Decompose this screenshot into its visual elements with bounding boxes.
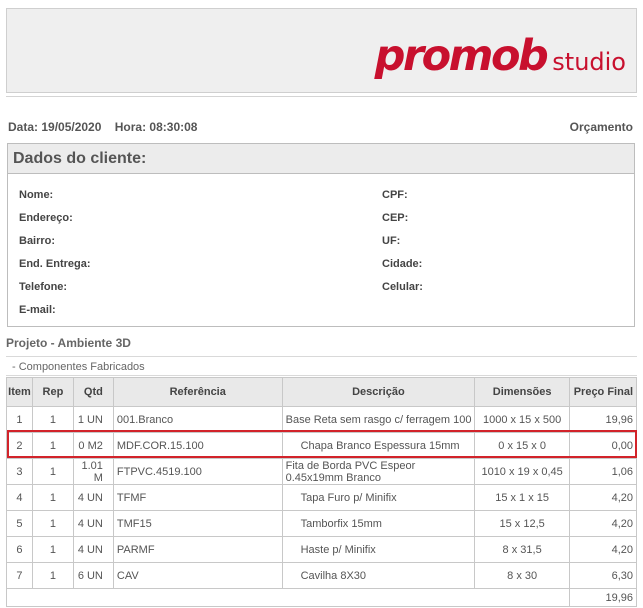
cell-rep: 1 [31,510,74,537]
cell-qtd: 4 UN [72,510,114,537]
cell-dimensoes: 1010 x 19 x 0,45 [474,458,571,485]
cell-preco: 19,96 [569,406,637,433]
cell-qtd: 6 UN [72,562,114,589]
field-cpf: CPF: [382,189,408,201]
col-header-dimensoes: Dimensões [474,377,571,407]
logo-product-text: studio [552,48,626,76]
client-data-panel: Dados do cliente: Nome: Endereço: Bairro… [7,143,635,327]
cell-qtd: 0 M2 [72,432,114,459]
field-cep: CEP: [382,212,409,224]
cell-referencia: CAV [112,562,283,589]
cell-descricao: Haste p/ Minifix [281,536,476,563]
cell-dimensoes: 8 x 30 [474,562,571,589]
cell-referencia: 001.Branco [112,406,283,433]
cell-descricao: Chapa Branco Espessura 15mm [281,432,476,459]
cell-descricao: Cavilha 8X30 [281,562,476,589]
field-endereco: Endereço: [19,212,73,224]
section-components: - Componentes Fabricados [6,356,637,376]
cell-item: 2 [6,432,33,459]
date-time-line: Data: 19/05/2020 Hora: 08:30:08 [8,120,207,134]
date-label: Data: 19/05/2020 [8,120,102,134]
cell-referencia: TFMF [112,484,283,511]
field-uf: UF: [382,235,401,247]
field-telefone: Telefone: [19,281,68,293]
cell-preco: 6,30 [569,562,637,589]
cell-qtd: 4 UN [72,536,114,563]
table-header-row: Item Rep Qtd Referência Descrição Dimens… [6,377,637,407]
cell-dimensoes: 0 x 15 x 0 [474,432,571,459]
project-title: Projeto - Ambiente 3D [6,336,131,350]
cell-rep: 1 [31,432,74,459]
cell-preco: 0,00 [569,432,637,459]
field-end-entrega: End. Entrega: [19,258,91,270]
cell-preco: 4,20 [569,484,637,511]
cell-descricao: Tamborfix 15mm [281,510,476,537]
cell-item: 1 [6,406,33,433]
time-label: Hora: 08:30:08 [114,120,198,134]
table-row: 6 1 4 UN PARMF Haste p/ Minifix 8 x 31,5… [6,536,637,563]
cell-referencia: FTPVC.4519.100 [112,458,283,485]
field-cidade: Cidade: [382,258,423,270]
table-row: 3 1 1.01 M FTPVC.4519.100 Fita de Borda … [6,458,637,485]
cell-item: 3 [6,458,33,485]
cell-dimensoes: 1000 x 15 x 500 [474,406,571,433]
col-header-referencia: Referência [112,377,283,407]
cell-preco: 4,20 [569,510,637,537]
col-header-qtd: Qtd [72,377,114,407]
cell-rep: 1 [31,536,74,563]
report-header: promob studio [6,8,637,93]
cell-item: 7 [6,562,33,589]
cell-referencia: TMF15 [112,510,283,537]
field-celular: Celular: [382,281,423,293]
cell-total: 19,96 [569,588,637,607]
cell-rep: 1 [31,562,74,589]
col-header-item: Item [6,377,33,407]
cell-rep: 1 [31,484,74,511]
cell-preco: 1,06 [569,458,637,485]
table-row: 5 1 4 UN TMF15 Tamborfix 15mm 15 x 12,5 … [6,510,637,537]
cell-item: 6 [6,536,33,563]
table-row: 1 1 1 UN 001.Branco Base Reta sem rasgo … [6,406,637,433]
field-bairro: Bairro: [19,235,56,247]
cell-item: 5 [6,510,33,537]
logo-brand-text: promob [374,31,549,81]
table-row: 2 1 0 M2 MDF.COR.15.100 Chapa Branco Esp… [6,432,637,459]
cell-rep: 1 [31,458,74,485]
cell-dimensoes: 15 x 1 x 15 [474,484,571,511]
cell-descricao: Base Reta sem rasgo c/ ferragem 100 [281,406,476,433]
cell-referencia: PARMF [112,536,283,563]
cell-qtd: 4 UN [72,484,114,511]
cell-dimensoes: 8 x 31,5 [474,536,571,563]
cell-qtd: 1 UN [72,406,114,433]
document-type: Orçamento [569,120,633,134]
table-row: 4 1 4 UN TFMF Tapa Furo p/ Minifix 15 x … [6,484,637,511]
field-nome: Nome: [19,189,54,201]
cell-preco: 4,20 [569,536,637,563]
table-row: 7 1 6 UN CAV Cavilha 8X30 8 x 30 6,30 [6,562,637,589]
cell-qtd: 1.01 M [72,458,114,485]
client-panel-title: Dados do cliente: [8,144,634,174]
header-divider [6,96,637,97]
field-email: E-mail: [19,304,56,316]
col-header-preco-final: Preço Final [569,377,637,407]
cell-descricao: Tapa Furo p/ Minifix [281,484,476,511]
promob-studio-logo: promob studio [375,31,626,81]
cell-referencia: MDF.COR.15.100 [112,432,283,459]
table-total-row: 19,96 [5,588,637,607]
cell-rep: 1 [31,406,74,433]
cell-descricao: Fita de Borda PVC Espeor 0.45x19mm Branc… [281,458,476,485]
cell-item: 4 [6,484,33,511]
cell-dimensoes: 15 x 12,5 [474,510,571,537]
col-header-rep: Rep [31,377,74,407]
items-table: Item Rep Qtd Referência Descrição Dimens… [5,377,637,607]
total-spacer [5,588,571,607]
col-header-descricao: Descrição [281,377,476,407]
